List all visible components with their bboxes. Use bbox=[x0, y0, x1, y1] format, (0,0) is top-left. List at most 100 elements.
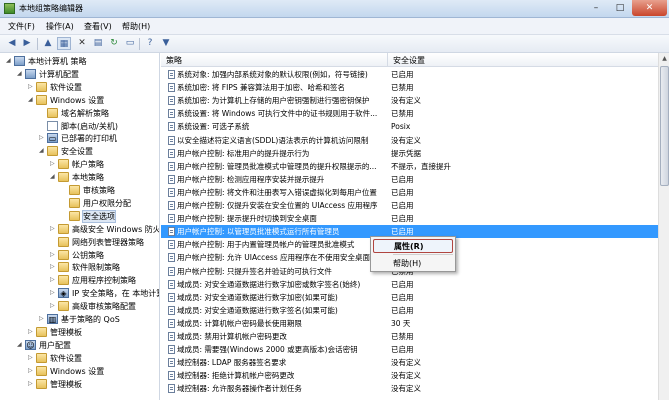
show-hide-tree-icon[interactable]: ▦ bbox=[57, 37, 71, 50]
scroll-up-arrow-icon[interactable]: ▲ bbox=[659, 53, 669, 64]
close-button[interactable]: ✕ bbox=[632, 0, 667, 16]
up-folder-icon[interactable]: ▲ bbox=[41, 37, 55, 50]
navigation-tree: ◢ 本地计算机 策略 ◢ 计算机配置 ▷ 软件设置 ◢ Windows 设置 域名解析策略 脚本(… bbox=[0, 53, 160, 400]
collapse-arrow-icon[interactable]: ◢ bbox=[17, 70, 22, 78]
tree-item[interactable]: ▷ 应用程序控制策略 bbox=[0, 274, 159, 287]
menu-file[interactable]: 文件(F) bbox=[8, 21, 35, 32]
vertical-scrollbar[interactable]: ▲ bbox=[658, 53, 669, 400]
policy-row[interactable]: 域成员: 对安全通道数据进行数字加密(如果可能) 已启用 bbox=[161, 291, 658, 304]
menu-action[interactable]: 操作(A) bbox=[46, 21, 74, 32]
policy-row[interactable]: 域成员: 对安全通道数据进行数字加密或数字签名(始终) 已启用 bbox=[161, 278, 658, 291]
tree-item[interactable]: 安全选项 bbox=[0, 209, 159, 223]
filter-icon[interactable]: ▼ bbox=[159, 37, 173, 50]
expand-arrow-icon[interactable]: ▷ bbox=[28, 380, 33, 388]
tree-item[interactable]: ◢ 安全设置 bbox=[0, 145, 159, 158]
policy-row[interactable]: 域成员: 对安全通道数据进行数字签名(如果可能) 已启用 bbox=[161, 304, 658, 317]
policy-row[interactable]: 系统对象: 加强内部系统对象的默认权限(例如，符号链接) 已启用 bbox=[161, 68, 658, 81]
tree-item[interactable]: ▷ ▭ 已部署的打印机 bbox=[0, 132, 159, 145]
expand-arrow-icon[interactable]: ▷ bbox=[50, 251, 55, 259]
policy-row[interactable]: 域控制器: 拒绝计算机帐户密码更改 没有定义 bbox=[161, 369, 658, 382]
policy-row[interactable]: 系统加密: 将 FIPS 兼容算法用于加密、哈希和签名 已禁用 bbox=[161, 81, 658, 94]
maximize-button[interactable]: □ bbox=[608, 0, 632, 16]
collapse-arrow-icon[interactable]: ◢ bbox=[17, 341, 22, 349]
policy-row[interactable]: 用户帐户控制: 将文件和注册表写入错误虚拟化到每用户位置 已启用 bbox=[161, 186, 658, 199]
expand-arrow-icon[interactable]: ▷ bbox=[28, 328, 33, 336]
minimize-button[interactable]: – bbox=[584, 0, 608, 16]
tree-item[interactable]: 审核策略 bbox=[0, 184, 159, 197]
policy-row[interactable]: 用户帐户控制: 标准用户的提升提示行为 提示凭据 bbox=[161, 147, 658, 160]
collapse-arrow-icon[interactable]: ◢ bbox=[50, 173, 55, 181]
tree-item[interactable]: ▷ 软件设置 bbox=[0, 352, 159, 365]
tree-item[interactable]: ▷ 管理模板 bbox=[0, 378, 159, 391]
expand-arrow-icon[interactable]: ▷ bbox=[50, 160, 55, 168]
tree-item-label: Windows 设置 bbox=[50, 95, 105, 105]
tree-item[interactable]: ◢ 本地策略 bbox=[0, 171, 159, 184]
delete-icon[interactable]: ✕ bbox=[75, 37, 89, 50]
scrollbar-thumb[interactable] bbox=[660, 66, 669, 186]
forward-arrow-icon[interactable]: ▶ bbox=[20, 37, 34, 50]
back-arrow-icon[interactable]: ◀ bbox=[5, 37, 19, 50]
title-bar[interactable]: 本地组策略编辑器 – □ ✕ bbox=[0, 0, 669, 18]
tree-item[interactable]: 用户权限分配 bbox=[0, 197, 159, 210]
policy-document-icon bbox=[168, 358, 175, 368]
tree-item[interactable]: ▷ 高级安全 Windows 防火墙 bbox=[0, 223, 159, 236]
tree-item[interactable]: 域名解析策略 bbox=[0, 107, 159, 120]
expand-arrow-icon[interactable]: ▷ bbox=[50, 263, 55, 271]
expand-arrow-icon[interactable]: ▷ bbox=[28, 367, 33, 375]
expand-arrow-icon[interactable]: ▷ bbox=[39, 134, 44, 142]
tree-item[interactable]: ◢ Windows 设置 bbox=[0, 94, 159, 107]
tree-item[interactable]: ▷ 帐户策略 bbox=[0, 158, 159, 171]
export-list-icon[interactable]: ▭ bbox=[123, 37, 137, 50]
collapse-arrow-icon[interactable]: ◢ bbox=[28, 96, 33, 104]
expand-arrow-icon[interactable]: ▷ bbox=[50, 289, 55, 297]
tree-item[interactable]: ▷◈IP 安全策略，在 本地计算机 bbox=[0, 287, 159, 300]
expand-arrow-icon[interactable]: ▷ bbox=[50, 225, 55, 233]
policy-row[interactable]: 域成员: 需要强(Windows 2000 或更高版本)会话密钥 已启用 bbox=[161, 343, 658, 356]
policy-row[interactable]: 域控制器: 允许服务器操作者计划任务 没有定义 bbox=[161, 382, 658, 395]
help-icon[interactable]: ? bbox=[143, 37, 157, 50]
tree-item-label: 用户权限分配 bbox=[83, 198, 131, 208]
properties-icon[interactable]: ▤ bbox=[91, 37, 105, 50]
tree-item[interactable]: ▷ Windows 设置 bbox=[0, 365, 159, 378]
context-menu-help[interactable]: 帮助(H) bbox=[373, 257, 453, 271]
tree-item[interactable]: ▷ 管理模板 bbox=[0, 326, 159, 339]
gpedit-window: 本地组策略编辑器 – □ ✕ 文件(F) 操作(A) 查看(V) 帮助(H) ◀… bbox=[0, 0, 669, 400]
menu-help[interactable]: 帮助(H) bbox=[122, 21, 150, 32]
policy-row[interactable]: 系统设置: 将 Windows 可执行文件中的证书规则用于软件... 已禁用 bbox=[161, 107, 658, 120]
tree-item[interactable]: 网络列表管理器策略 bbox=[0, 236, 159, 249]
policy-row[interactable]: 以安全描述符定义语言(SDDL)语法表示的计算机访问限制 没有定义 bbox=[161, 134, 658, 147]
tree-item[interactable]: 脚本(启动/关机) bbox=[0, 120, 159, 133]
toolbar: ◀ ▶ ▲ ▦ ✕ ▤ ↻ ▭ ? ▼ bbox=[0, 35, 669, 53]
expand-arrow-icon[interactable]: ▷ bbox=[28, 354, 33, 362]
policy-row[interactable]: 系统加密: 为计算机上存储的用户密钥强制进行强密钥保护 没有定义 bbox=[161, 94, 658, 107]
tree-item[interactable]: ▷ 公钥策略 bbox=[0, 249, 159, 262]
policy-row[interactable]: 用户帐户控制: 提示提升时切换到安全桌面 已启用 bbox=[161, 212, 658, 225]
policy-row[interactable]: 用户帐户控制: 检测应用程序安装并提示提升 已启用 bbox=[161, 173, 658, 186]
tree-item[interactable]: ▷ ▥ 基于策略的 QoS bbox=[0, 313, 159, 326]
tree-item[interactable]: ▷ 软件限制策略 bbox=[0, 261, 159, 274]
policy-setting-value: 没有定义 bbox=[391, 358, 421, 368]
menu-view[interactable]: 查看(V) bbox=[84, 21, 112, 32]
policy-row[interactable]: 用户帐户控制: 仅提升安装在安全位置的 UIAccess 应用程序 已启用 bbox=[161, 199, 658, 212]
tree-item[interactable]: ▷ 软件设置 bbox=[0, 81, 159, 94]
policy-row[interactable]: 系统设置: 可选子系统 Posix bbox=[161, 120, 658, 133]
expand-arrow-icon[interactable]: ▷ bbox=[50, 276, 55, 284]
policy-row[interactable]: 用户帐户控制: 管理员批准模式中管理员的提升权限提示的... 不提示，直接提升 bbox=[161, 160, 658, 173]
expand-arrow-icon[interactable]: ▷ bbox=[28, 83, 33, 91]
policy-row[interactable]: 域成员: 禁用计算机帐户密码更改 已禁用 bbox=[161, 330, 658, 343]
computer-icon bbox=[25, 68, 36, 79]
policy-row[interactable]: 域控制器: LDAP 服务器签名要求 没有定义 bbox=[161, 356, 658, 369]
tree-item[interactable]: ◢ 计算机配置 bbox=[0, 68, 159, 81]
column-header-policy[interactable]: 策略 bbox=[161, 53, 388, 67]
refresh-icon[interactable]: ↻ bbox=[107, 37, 121, 50]
policy-row[interactable]: 域成员: 计算机帐户密码最长使用期限 30 天 bbox=[161, 317, 658, 330]
context-menu-properties[interactable]: 属性(R) bbox=[373, 239, 453, 253]
tree-item[interactable]: ▷ 高级审核策略配置 bbox=[0, 300, 159, 313]
expand-arrow-icon[interactable]: ▷ bbox=[39, 315, 44, 323]
column-header-setting[interactable]: 安全设置 bbox=[388, 53, 658, 67]
collapse-arrow-icon[interactable]: ◢ bbox=[39, 147, 44, 155]
collapse-arrow-icon[interactable]: ◢ bbox=[6, 57, 11, 65]
expand-arrow-icon[interactable]: ▷ bbox=[50, 302, 55, 310]
tree-item[interactable]: ◢ ☺ 用户配置 bbox=[0, 339, 159, 352]
tree-item[interactable]: ◢ 本地计算机 策略 bbox=[0, 55, 159, 68]
